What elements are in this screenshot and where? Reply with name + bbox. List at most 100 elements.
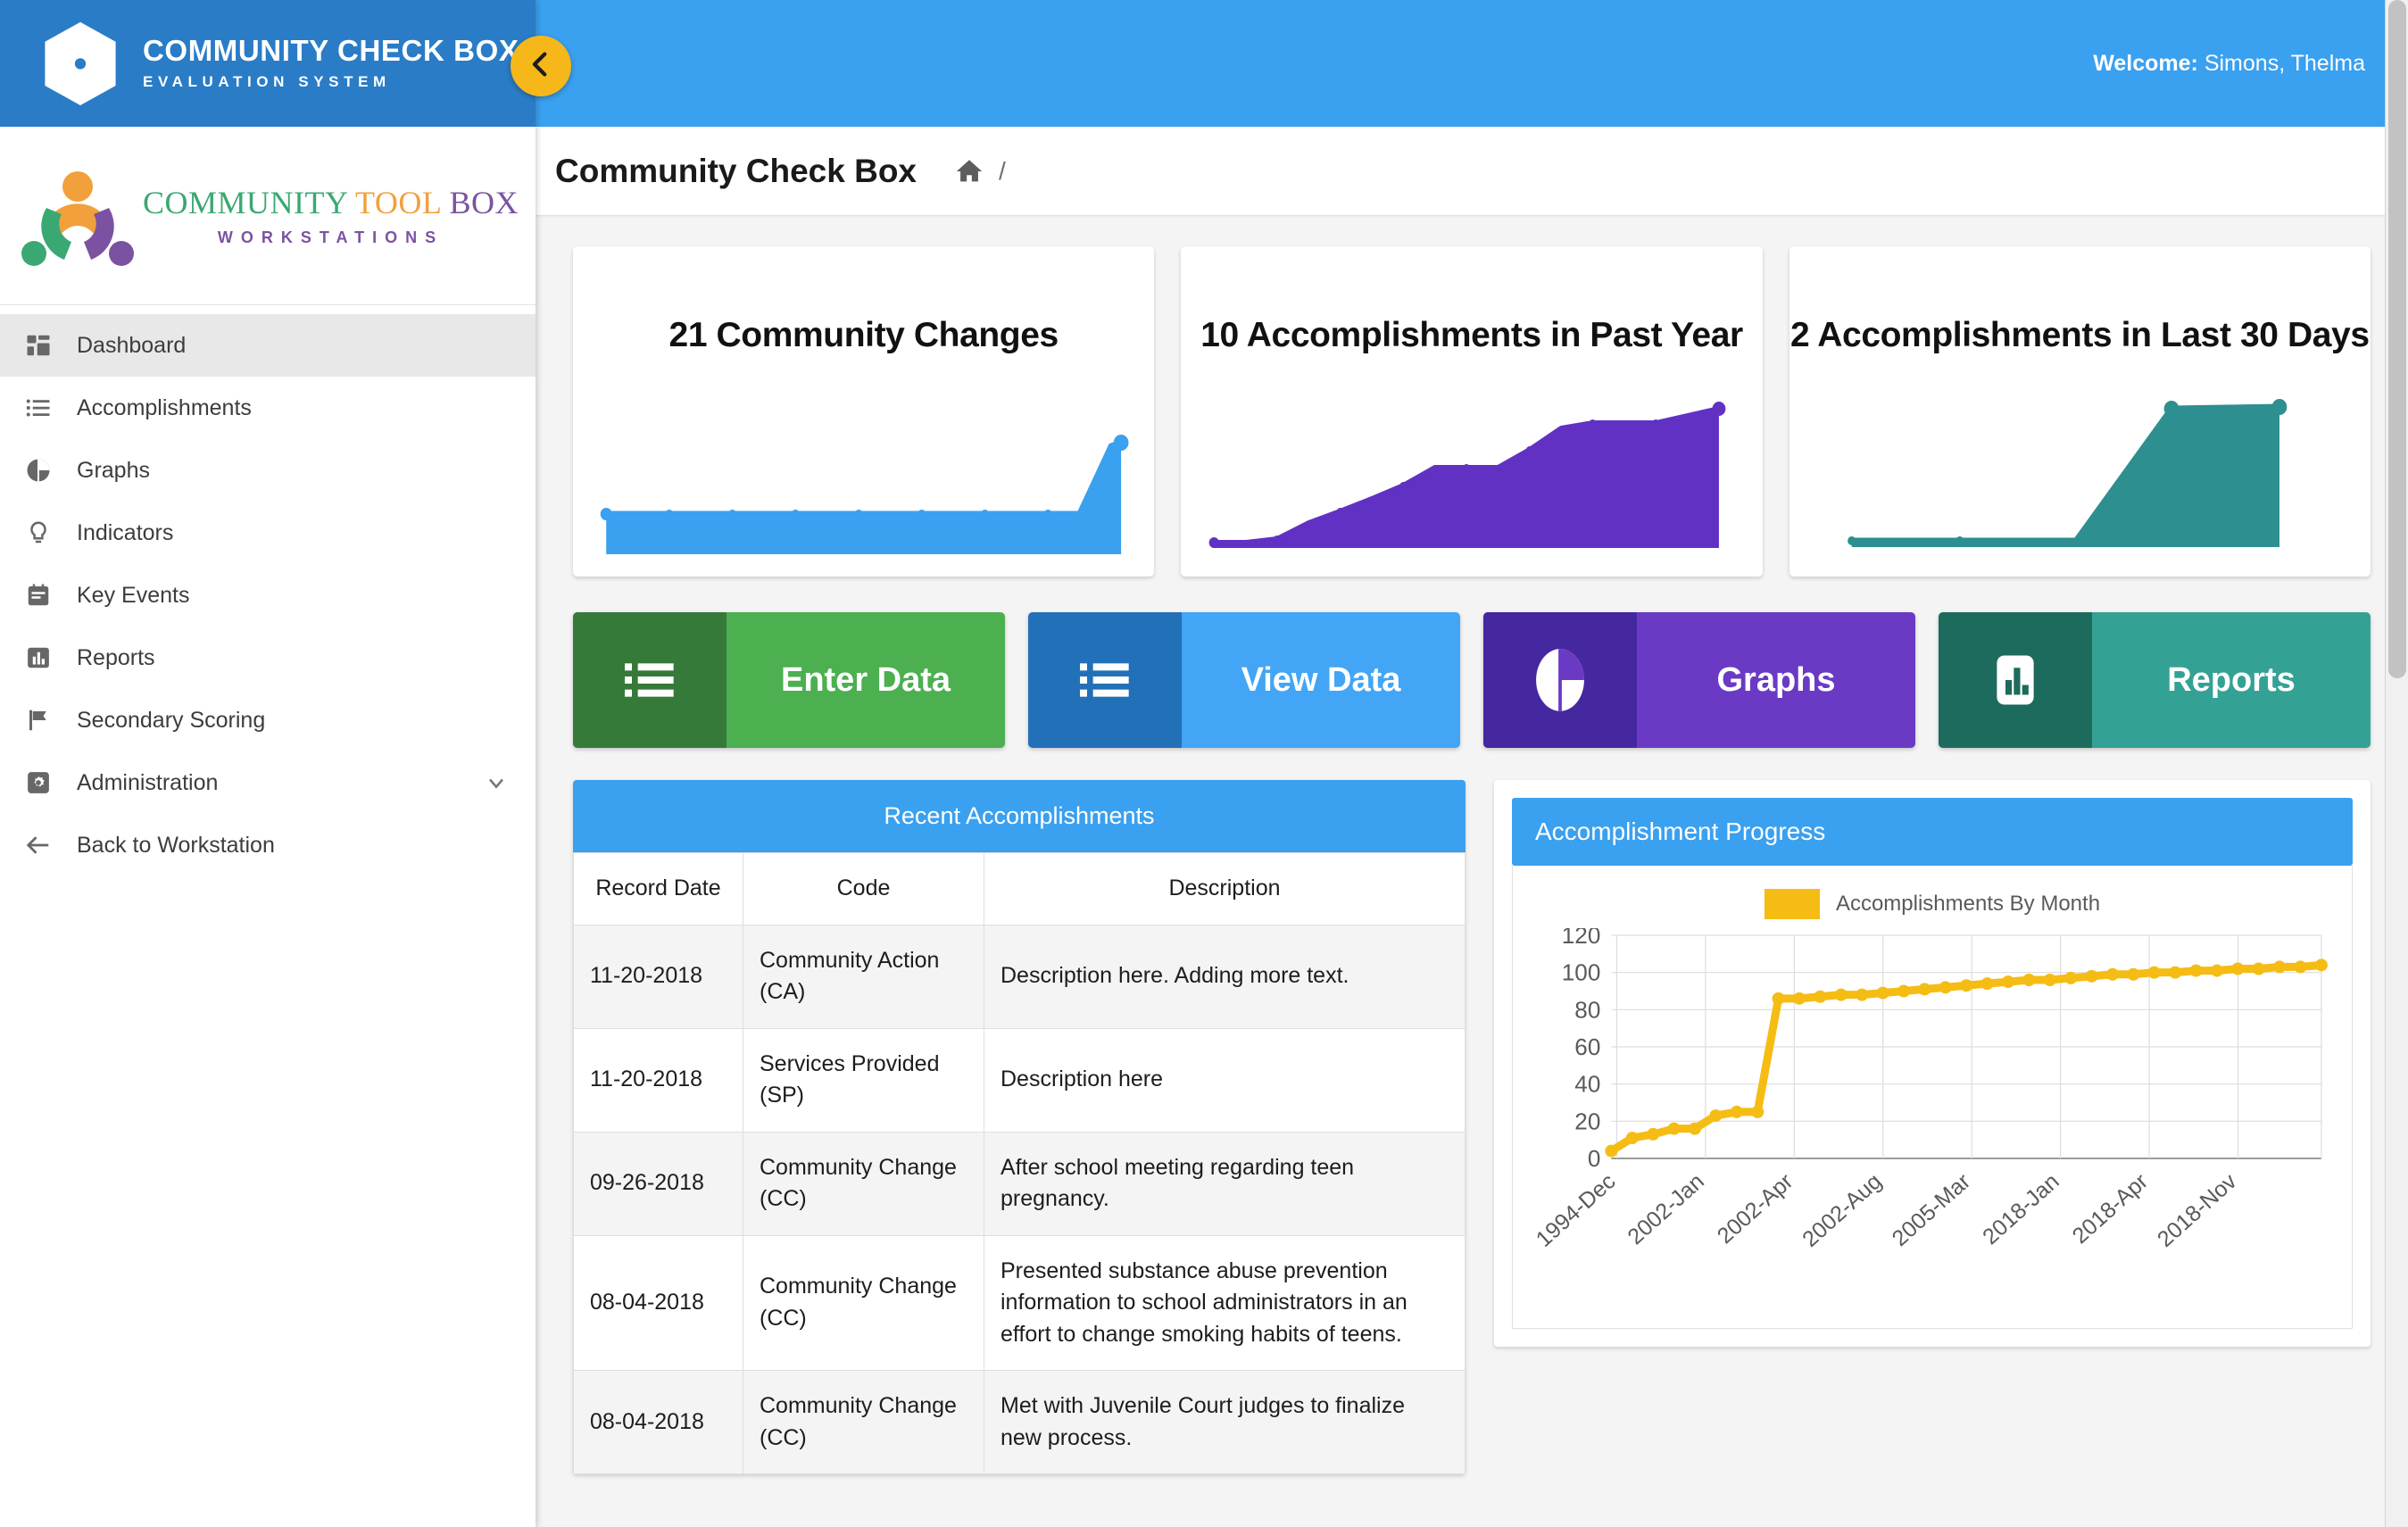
sidebar-item-accomplishments[interactable]: Accomplishments (0, 377, 536, 439)
logo-word-community: COMMUNITY (143, 185, 348, 220)
sidebar-nav: Dashboard Accomplishments Graphs Indicat… (0, 305, 536, 876)
reports-button[interactable]: Reports (1939, 612, 2371, 748)
sidebar-item-back-to-workstation[interactable]: Back to Workstation (0, 814, 536, 876)
column-header-code: Code (743, 852, 984, 925)
panel-title: Recent Accomplishments (573, 780, 1466, 852)
svg-text:80: 80 (1574, 996, 1600, 1023)
action-button-label: Reports (2167, 660, 2296, 699)
sidebar-item-graphs[interactable]: Graphs (0, 439, 536, 502)
sidebar-item-administration[interactable]: Administration (0, 751, 536, 814)
accomplishments-30-days-sparkline (1789, 389, 2371, 559)
chevron-down-icon[interactable] (484, 770, 509, 795)
stat-card-title: 10 Accomplishments in Past Year (1200, 316, 1743, 354)
sidebar-collapse-button[interactable] (511, 36, 571, 96)
legend-label: Accomplishments By Month (1835, 892, 2101, 916)
stat-card-row: 21 Community Changes 10 Accomplishments … (573, 246, 2371, 577)
cell-code: Community Action (CA) (743, 924, 984, 1029)
welcome-message: Welcome: Simons, Thelma (2093, 51, 2365, 77)
sidebar-item-dashboard[interactable]: Dashboard (0, 314, 536, 377)
gear-icon (25, 769, 64, 796)
svg-text:2005-Mar: 2005-Mar (1888, 1169, 1976, 1251)
logo-word-box: BOX (449, 185, 519, 220)
column-header-record-date: Record Date (573, 852, 743, 925)
sidebar-item-label: Indicators (77, 519, 174, 545)
svg-text:1994-Dec: 1994-Dec (1532, 1169, 1621, 1252)
sidebar-item-label: Dashboard (77, 332, 187, 358)
list-icon (25, 394, 64, 421)
dashboard-icon (25, 332, 64, 359)
chart-legend: Accomplishments By Month (1529, 889, 2336, 919)
workstation-logo: COMMUNITY TOOL BOX WORKSTATIONS (0, 127, 536, 305)
view-data-button[interactable]: View Data (1028, 612, 1460, 748)
svg-text:2002-Aug: 2002-Aug (1798, 1169, 1887, 1252)
community-changes-sparkline (573, 389, 1154, 559)
accomplishment-progress-chart[interactable]: 0 20 40 60 80 100 120 1994-Dec 2002-Jan 2002-Apr 2… (1529, 928, 2336, 1312)
stat-card-accomplishments-past-year[interactable]: 10 Accomplishments in Past Year (1181, 246, 1763, 577)
cell-record-date: 11-20-2018 (573, 1027, 743, 1133)
recent-accomplishments-table: Record Date Code Description 11-20-2018 … (573, 852, 1466, 1474)
svg-text:2018-Jan: 2018-Jan (1978, 1169, 2064, 1249)
sidebar-item-secondary-scoring[interactable]: Secondary Scoring (0, 689, 536, 751)
action-button-label: Enter Data (780, 660, 951, 699)
chevron-left-icon (526, 49, 556, 84)
sidebar-item-reports[interactable]: Reports (0, 627, 536, 689)
stat-card-accomplishments-last-30-days[interactable]: 2 Accomplishments in Last 30 Days (1789, 246, 2371, 577)
list-icon (1028, 612, 1182, 748)
svg-text:2002-Jan: 2002-Jan (1623, 1169, 1709, 1249)
scrollbar-thumb[interactable] (2388, 0, 2406, 678)
svg-text:40: 40 (1574, 1071, 1600, 1098)
table-row[interactable]: 08-04-2018 Community Change (CC) Met wit… (573, 1370, 1466, 1474)
cell-code: Community Change (CC) (743, 1234, 984, 1371)
table-header-row: Record Date Code Description (573, 852, 1466, 925)
stat-card-title: 21 Community Changes (668, 316, 1059, 354)
cell-code: Services Provided (SP) (743, 1027, 984, 1133)
table-row[interactable]: 08-04-2018 Community Change (CC) Present… (573, 1234, 1466, 1371)
brand-header: COMMUNITY CHECK BOX EVALUATION SYSTEM (0, 0, 536, 127)
cell-record-date: 08-04-2018 (573, 1234, 743, 1371)
logo-word-workstations: WORKSTATIONS (217, 228, 444, 246)
legend-swatch (1764, 889, 1820, 919)
action-button-label: View Data (1241, 660, 1401, 699)
panel-title: Accomplishment Progress (1512, 798, 2353, 866)
action-button-row: Enter Data View Data Graphs Reports (573, 612, 2371, 748)
sidebar-item-label: Secondary Scoring (77, 707, 266, 733)
cell-record-date: 09-26-2018 (573, 1131, 743, 1236)
cell-description: Met with Juvenile Court judges to finali… (984, 1370, 1466, 1474)
table-row[interactable]: 09-26-2018 Community Change (CC) After s… (573, 1131, 1466, 1236)
cell-record-date: 11-20-2018 (573, 924, 743, 1029)
graphs-button[interactable]: Graphs (1483, 612, 1915, 748)
table-row[interactable]: 11-20-2018 Community Action (CA) Descrip… (573, 924, 1466, 1029)
bar-chart-icon (25, 644, 64, 671)
svg-text:0: 0 (1588, 1145, 1601, 1172)
list-icon (573, 612, 727, 748)
svg-text:20: 20 (1574, 1108, 1600, 1134)
svg-text:2018-Nov: 2018-Nov (2153, 1168, 2242, 1252)
cell-description: Presented substance abuse prevention inf… (984, 1234, 1466, 1371)
page-title: Community Check Box (555, 152, 918, 189)
cell-description: After school meeting regarding teen preg… (984, 1131, 1466, 1236)
enter-data-button[interactable]: Enter Data (573, 612, 1005, 748)
arrow-left-icon (25, 832, 64, 859)
hexagon-check-logo-icon (41, 21, 120, 106)
svg-text:100: 100 (1562, 959, 1601, 986)
breadcrumb-separator: / (999, 156, 1006, 185)
sidebar-item-label: Reports (77, 644, 155, 670)
chart-body: Accomplishments By Month 0 20 40 60 80 100 120… (1512, 866, 2353, 1329)
user-name: Simons, Thelma (2204, 50, 2365, 76)
accomplishments-past-year-sparkline (1181, 389, 1762, 559)
main-content: Welcome: Simons, Thelma Community Check … (536, 0, 2408, 1527)
cell-description: Description here. Adding more text. (984, 924, 1466, 1029)
brand-subtitle: EVALUATION SYSTEM (143, 72, 391, 90)
cell-code: Community Change (CC) (743, 1370, 984, 1474)
lightbulb-icon (25, 519, 64, 546)
accomplishment-progress-panel: Accomplishment Progress Accomplishments … (1494, 780, 2371, 1347)
cell-description: Description here (984, 1027, 1466, 1133)
stat-card-community-changes[interactable]: 21 Community Changes (573, 246, 1155, 577)
cell-record-date: 08-04-2018 (573, 1370, 743, 1474)
action-button-label: Graphs (1716, 660, 1836, 699)
sidebar-item-key-events[interactable]: Key Events (0, 564, 536, 627)
vertical-scrollbar[interactable] (2385, 0, 2408, 1527)
table-row[interactable]: 11-20-2018 Services Provided (SP) Descri… (573, 1027, 1466, 1133)
home-icon[interactable] (954, 156, 984, 187)
sidebar-item-indicators[interactable]: Indicators (0, 502, 536, 564)
